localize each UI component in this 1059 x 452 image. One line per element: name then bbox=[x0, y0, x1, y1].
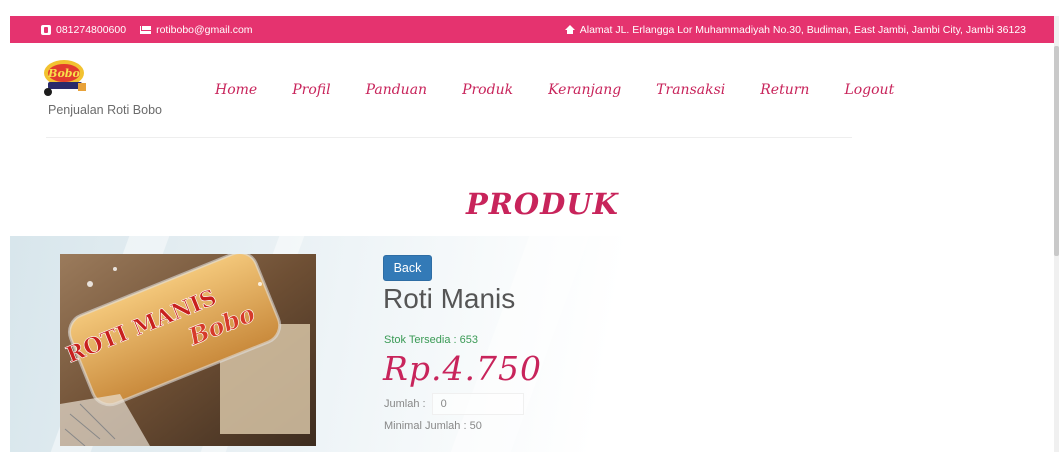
home-icon bbox=[564, 25, 575, 34]
quantity-row: Jumlah : bbox=[384, 393, 524, 415]
page: 081274800600 rotibobo@gmail.com Alamat J… bbox=[0, 0, 1059, 452]
envelope-icon bbox=[140, 25, 153, 34]
product-price: Rp.4.750 bbox=[383, 349, 542, 388]
nav-transaksi[interactable]: Transaksi bbox=[656, 82, 725, 98]
scrollbar-thumb[interactable] bbox=[1054, 46, 1059, 256]
site-logo[interactable]: Bobo bbox=[40, 55, 92, 97]
bobo-logo-graphic: Bobo bbox=[44, 60, 86, 96]
phone-number: 081274800600 bbox=[56, 23, 127, 36]
nav-panduan[interactable]: Panduan bbox=[366, 82, 428, 98]
nav-keranjang[interactable]: Keranjang bbox=[548, 82, 621, 98]
main-nav: Home Profil Panduan Produk Keranjang Tra… bbox=[215, 82, 894, 98]
page-title: PRODUK bbox=[466, 187, 619, 221]
phone-item: 081274800600 bbox=[41, 24, 126, 36]
contact-info: 081274800600 rotibobo@gmail.com bbox=[41, 24, 267, 36]
header-divider bbox=[46, 137, 852, 138]
window-border bbox=[0, 0, 10, 452]
scrollbar[interactable] bbox=[1054, 16, 1059, 452]
email-item[interactable]: rotibobo@gmail.com bbox=[140, 24, 253, 36]
nav-return[interactable]: Return bbox=[760, 82, 809, 98]
top-contact-bar: 081274800600 rotibobo@gmail.com Alamat J… bbox=[10, 16, 1054, 43]
quantity-input[interactable] bbox=[431, 393, 524, 415]
email-address[interactable]: rotibobo@gmail.com bbox=[156, 24, 252, 36]
stock-available: Stok Tersedia : 653 bbox=[384, 334, 478, 346]
back-button[interactable]: Back bbox=[383, 255, 432, 281]
address-item: Alamat JL. Erlangga Lor Muhammadiyah No.… bbox=[564, 16, 1026, 43]
brand-name: Penjualan Roti Bobo bbox=[48, 103, 162, 117]
product-name: Roti Manis bbox=[383, 283, 516, 314]
quantity-label: Jumlah : bbox=[384, 398, 426, 410]
nav-home[interactable]: Home bbox=[215, 82, 257, 98]
logo-text: Bobo bbox=[47, 67, 80, 80]
roti-manis-photo: ROTI MANIS Bobo bbox=[60, 254, 316, 446]
phone-icon bbox=[41, 24, 51, 35]
product-image: ROTI MANIS Bobo bbox=[60, 254, 316, 446]
nav-logout[interactable]: Logout bbox=[844, 82, 894, 98]
minimum-quantity: Minimal Jumlah : 50 bbox=[384, 420, 482, 432]
nav-profil[interactable]: Profil bbox=[292, 82, 330, 98]
address-text: Alamat JL. Erlangga Lor Muhammadiyah No.… bbox=[579, 23, 1026, 36]
nav-produk[interactable]: Produk bbox=[462, 82, 513, 98]
